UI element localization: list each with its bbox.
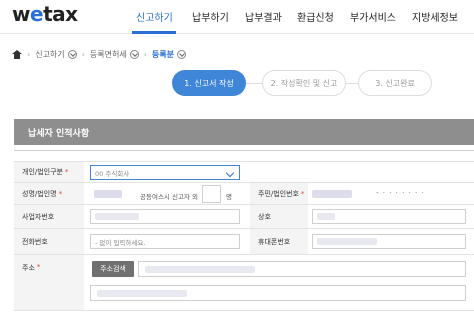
section-title: 납세자 인적사항 <box>28 129 90 139</box>
required-mark: * <box>58 189 63 198</box>
phone-label: 전화번호 <box>14 229 84 254</box>
mobile-input[interactable] <box>312 234 466 249</box>
reg-no-front-redacted <box>312 190 352 198</box>
nav-extra-services[interactable]: 부가서비스 <box>350 9 396 24</box>
reg-no-label: 주민/법인번호 * <box>250 183 308 204</box>
nav-refund[interactable]: 환급신청 <box>297 9 334 24</box>
form-row-name: 성명/법인명 * 공동여스시 신고자 외 명 주민/법인번호 * - · · · ·… <box>14 183 474 205</box>
co-reporter-count-input[interactable] <box>202 185 221 203</box>
form-row-business: 사업자번호 상호 <box>14 205 474 229</box>
type-select[interactable]: 00 주식회사 <box>90 165 240 180</box>
co-reporter-label: 공동여스시 신고자 외 <box>140 193 198 201</box>
wetax-logo[interactable]: wetax <box>12 2 78 26</box>
required-mark: * <box>301 189 305 198</box>
biz-no-input[interactable] <box>90 209 240 224</box>
biz-no-redacted <box>95 213 139 220</box>
chevron-down-icon[interactable] <box>176 49 186 59</box>
mobile-label: 휴대폰번호 <box>250 229 308 254</box>
address-search-button[interactable]: 주소검색 <box>92 261 134 277</box>
phone-input[interactable]: - 없이 입력하세요. <box>90 234 240 249</box>
breadcrumb-separator: › <box>27 49 31 59</box>
step-write-report: 1. 신고서 작성 <box>172 70 246 96</box>
nav-local-tax-info[interactable]: 지방세정보 <box>412 9 458 24</box>
nav-active-indicator <box>132 31 176 34</box>
trade-name-label: 상호 <box>250 205 308 228</box>
step-connector <box>246 83 262 84</box>
breadcrumb: › 신고하기 › 등록면허세 › 등록분 <box>12 46 186 62</box>
trade-name-redacted <box>317 213 335 220</box>
nav-payment-result[interactable]: 납부결과 <box>245 9 282 24</box>
logo-e: e <box>29 2 44 26</box>
biz-no-label: 사업자번호 <box>14 205 84 228</box>
step-complete: 3. 신고완료 <box>358 70 432 96</box>
chevron-down-icon[interactable] <box>129 49 139 59</box>
nav-payment[interactable]: 납부하기 <box>192 9 229 24</box>
breadcrumb-current[interactable]: 등록분 <box>152 49 174 60</box>
breadcrumb-separator: › <box>81 49 85 59</box>
name-value-redacted <box>94 190 122 198</box>
address-label: 주소 * <box>14 255 84 310</box>
address-detail-redacted <box>97 290 187 297</box>
section-header: 납세자 인적사항 <box>14 119 474 145</box>
breadcrumb-separator: › <box>143 49 147 59</box>
mobile-redacted <box>317 238 377 245</box>
form-row-phone: 전화번호 - 없이 입력하세요. 휴대폰번호 <box>14 229 474 255</box>
address-detail-input[interactable] <box>90 285 466 301</box>
step-confirm-report: 2. 작성확인 및 신고 <box>262 70 346 96</box>
chevron-down-icon <box>225 168 235 178</box>
breadcrumb-item-registration-tax[interactable]: 등록면허세 <box>90 49 127 60</box>
breadcrumb-item-report[interactable]: 신고하기 <box>35 49 64 60</box>
home-icon[interactable] <box>12 49 22 59</box>
required-mark: * <box>65 168 69 176</box>
type-label: 개인/법인구분 * <box>14 162 84 182</box>
form-row-address: 주소 * 주소검색 <box>14 255 474 311</box>
nav-report[interactable]: 신고하기 <box>136 9 173 24</box>
required-mark: * <box>36 263 41 271</box>
co-reporter-unit: 명 <box>226 193 232 201</box>
reg-no-back-masked: - · · · · · · · <box>376 189 425 197</box>
address-main-redacted <box>145 266 255 273</box>
step-connector <box>346 83 358 84</box>
top-header: wetax 신고하기 납부하기 납부결과 환급신청 부가서비스 지방세정보 <box>0 0 474 34</box>
address-main-input[interactable] <box>138 261 466 277</box>
taxpayer-info-form: 개인/법인구분 * 00 주식회사 성명/법인명 * 공동여스시 신고자 외 명 주… <box>14 150 474 320</box>
form-row-type: 개인/법인구분 * 00 주식회사 <box>14 161 474 183</box>
name-label: 성명/법인명 * <box>14 183 84 204</box>
chevron-down-icon[interactable] <box>67 49 77 59</box>
trade-name-input[interactable] <box>312 209 466 224</box>
